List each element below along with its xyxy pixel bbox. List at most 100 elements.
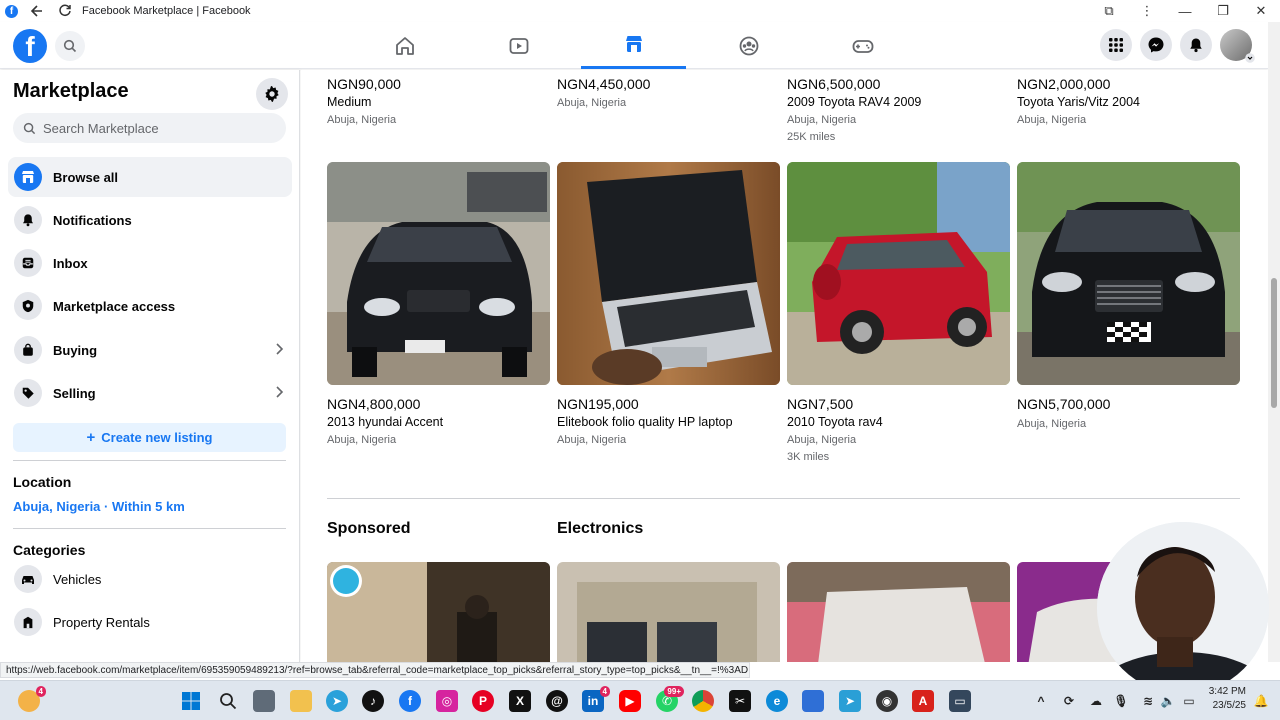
marketplace-icon xyxy=(625,36,642,52)
facebook-tab-icon: f xyxy=(5,4,18,18)
sidebar-item-label: Buying xyxy=(53,342,98,358)
search-button[interactable] xyxy=(55,31,85,61)
youtube-icon[interactable]: ▶ xyxy=(619,690,641,712)
electronics-listing-image[interactable] xyxy=(557,562,780,662)
tab-video[interactable] xyxy=(466,22,571,69)
sidebar-item-notifications[interactable]: Notifications xyxy=(8,200,292,240)
menu-button[interactable] xyxy=(1100,29,1132,61)
sidebar-item-buying[interactable]: Buying xyxy=(8,330,292,370)
whatsapp-icon[interactable]: ✆ 99+ xyxy=(656,686,684,712)
inbox-icon xyxy=(14,249,42,277)
search-input[interactable] xyxy=(43,120,263,136)
listing-card[interactable]: NGN90,000 Medium Abuja, Nigeria xyxy=(327,76,550,126)
file-explorer-icon[interactable] xyxy=(290,690,312,712)
wifi-icon[interactable]: ≋ xyxy=(1137,690,1159,712)
windows-start-icon[interactable] xyxy=(180,690,202,712)
facebook-app-icon[interactable]: f xyxy=(399,690,421,712)
reload-icon[interactable] xyxy=(56,2,74,20)
sidebar-item-marketplace-access[interactable]: Marketplace access xyxy=(8,286,292,326)
scrollbar-thumb[interactable] xyxy=(1271,278,1277,408)
listing-card[interactable]: NGN5,700,000 Abuja, Nigeria xyxy=(1017,396,1240,430)
minimize-button[interactable]: — xyxy=(1166,4,1204,19)
sponsored-ad-image[interactable] xyxy=(327,562,550,662)
cloud-icon[interactable]: ☁ xyxy=(1085,690,1107,712)
category-vehicles[interactable]: Vehicles xyxy=(8,559,292,599)
photos-icon[interactable] xyxy=(802,690,824,712)
weather-icon[interactable]: 4 xyxy=(18,686,46,712)
telegram-icon[interactable]: ➤ xyxy=(326,690,348,712)
listing-card[interactable]: NGN4,450,000 Abuja, Nigeria xyxy=(557,76,780,109)
linkedin-icon[interactable]: in 4 xyxy=(582,686,610,712)
search-icon[interactable] xyxy=(217,690,239,712)
listing-title: 2010 Toyota rav4 xyxy=(787,415,883,429)
sync-icon[interactable]: ⟳ xyxy=(1058,690,1080,712)
edge-icon[interactable]: e xyxy=(766,690,788,712)
threads-icon[interactable]: @ xyxy=(546,690,568,712)
sidebar-item-selling[interactable]: Selling xyxy=(8,373,292,413)
sidebar-item-inbox[interactable]: Inbox xyxy=(8,243,292,283)
listing-card[interactable]: NGN7,500 2010 Toyota rav4 Abuja, Nigeria… xyxy=(787,396,1010,463)
tab-gaming[interactable] xyxy=(810,22,915,69)
listing-price: NGN2,000,000 xyxy=(1017,76,1111,92)
listing-card[interactable]: NGN195,000 Elitebook folio quality HP la… xyxy=(557,396,780,446)
category-property-rentals[interactable]: Property Rentals xyxy=(8,602,292,642)
obs-icon[interactable]: ◉ xyxy=(876,690,898,712)
close-button[interactable]: ✕ xyxy=(1242,3,1280,19)
listing-image-red-suv[interactable] xyxy=(787,162,1010,385)
chrome-icon[interactable] xyxy=(692,690,714,712)
plus-icon: + xyxy=(86,429,96,446)
bell-icon xyxy=(1190,38,1202,53)
create-listing-label: Create new listing xyxy=(101,430,213,445)
extensions-icon[interactable]: ⧉ xyxy=(1090,3,1128,19)
tab-groups[interactable] xyxy=(696,22,801,69)
notifications-button[interactable] xyxy=(1180,29,1212,61)
x-icon[interactable]: X xyxy=(509,690,531,712)
tiktok-icon[interactable]: ♪ xyxy=(362,690,384,712)
gear-icon xyxy=(265,86,279,102)
listing-card[interactable]: NGN6,500,000 2009 Toyota RAV4 2009 Abuja… xyxy=(787,76,1010,143)
terminal-icon[interactable]: ▭ xyxy=(949,690,971,712)
sidebar-item-browse-all[interactable]: Browse all xyxy=(8,157,292,197)
notifications-icon[interactable]: 🔔 xyxy=(1250,690,1272,712)
windows-taskbar: 4 ➤ ♪ f ◎ P X @ in 4 ▶ ✆ 99+ ✂ e ➤ ◉ A ▭ ^… xyxy=(0,680,1280,720)
tab-home[interactable] xyxy=(352,22,457,69)
page-scrollbar[interactable] xyxy=(1268,22,1280,662)
listing-price: NGN6,500,000 xyxy=(787,76,881,92)
listing-image-black-sedan[interactable] xyxy=(327,162,550,385)
location-link[interactable]: Abuja, Nigeria · Within 5 km xyxy=(13,499,185,514)
clock[interactable]: 3:42 PM 23/5/25 xyxy=(1209,685,1246,713)
listing-image-black-mercedes[interactable] xyxy=(1017,162,1240,385)
settings-button[interactable] xyxy=(256,78,288,110)
categories-heading: Categories xyxy=(13,542,86,558)
listing-card[interactable]: NGN2,000,000 Toyota Yaris/Vitz 2004 Abuj… xyxy=(1017,76,1240,126)
pinterest-icon[interactable]: P xyxy=(472,690,494,712)
sidebar-title: Marketplace xyxy=(13,80,129,102)
electronics-heading[interactable]: Electronics xyxy=(557,520,643,538)
listing-location: Abuja, Nigeria xyxy=(787,114,857,126)
restore-button[interactable]: ❐ xyxy=(1204,3,1242,19)
facebook-logo[interactable]: f xyxy=(13,29,47,63)
instagram-icon[interactable]: ◎ xyxy=(436,690,458,712)
listing-price: NGN4,450,000 xyxy=(557,76,651,92)
listing-image-laptop[interactable] xyxy=(557,162,780,385)
microphone-icon[interactable]: 🎙 xyxy=(1110,690,1132,712)
chevron-down-icon xyxy=(1245,53,1255,63)
chevron-up-icon[interactable]: ^ xyxy=(1030,690,1052,712)
storefront-icon xyxy=(14,163,42,191)
marketplace-search[interactable] xyxy=(13,113,286,143)
task-view-icon[interactable] xyxy=(253,690,275,712)
listing-card[interactable]: NGN4,800,000 2013 hyundai Accent Abuja, … xyxy=(327,396,550,446)
volume-icon[interactable]: 🔈 xyxy=(1157,690,1179,712)
more-options-icon[interactable]: ⋮ xyxy=(1128,3,1166,19)
app-icon[interactable]: ➤ xyxy=(839,690,861,712)
capcut-icon[interactable]: ✂ xyxy=(729,690,751,712)
battery-icon[interactable]: ▭ xyxy=(1178,690,1200,712)
profile-avatar[interactable] xyxy=(1220,29,1255,63)
acrobat-icon[interactable]: A xyxy=(912,690,934,712)
back-icon[interactable] xyxy=(28,2,46,20)
listing-mileage: 3K miles xyxy=(787,451,830,463)
electronics-listing-image[interactable] xyxy=(787,562,1010,662)
create-listing-button[interactable]: + Create new listing xyxy=(13,423,286,452)
messenger-button[interactable] xyxy=(1140,29,1172,61)
tab-marketplace[interactable] xyxy=(581,22,686,69)
